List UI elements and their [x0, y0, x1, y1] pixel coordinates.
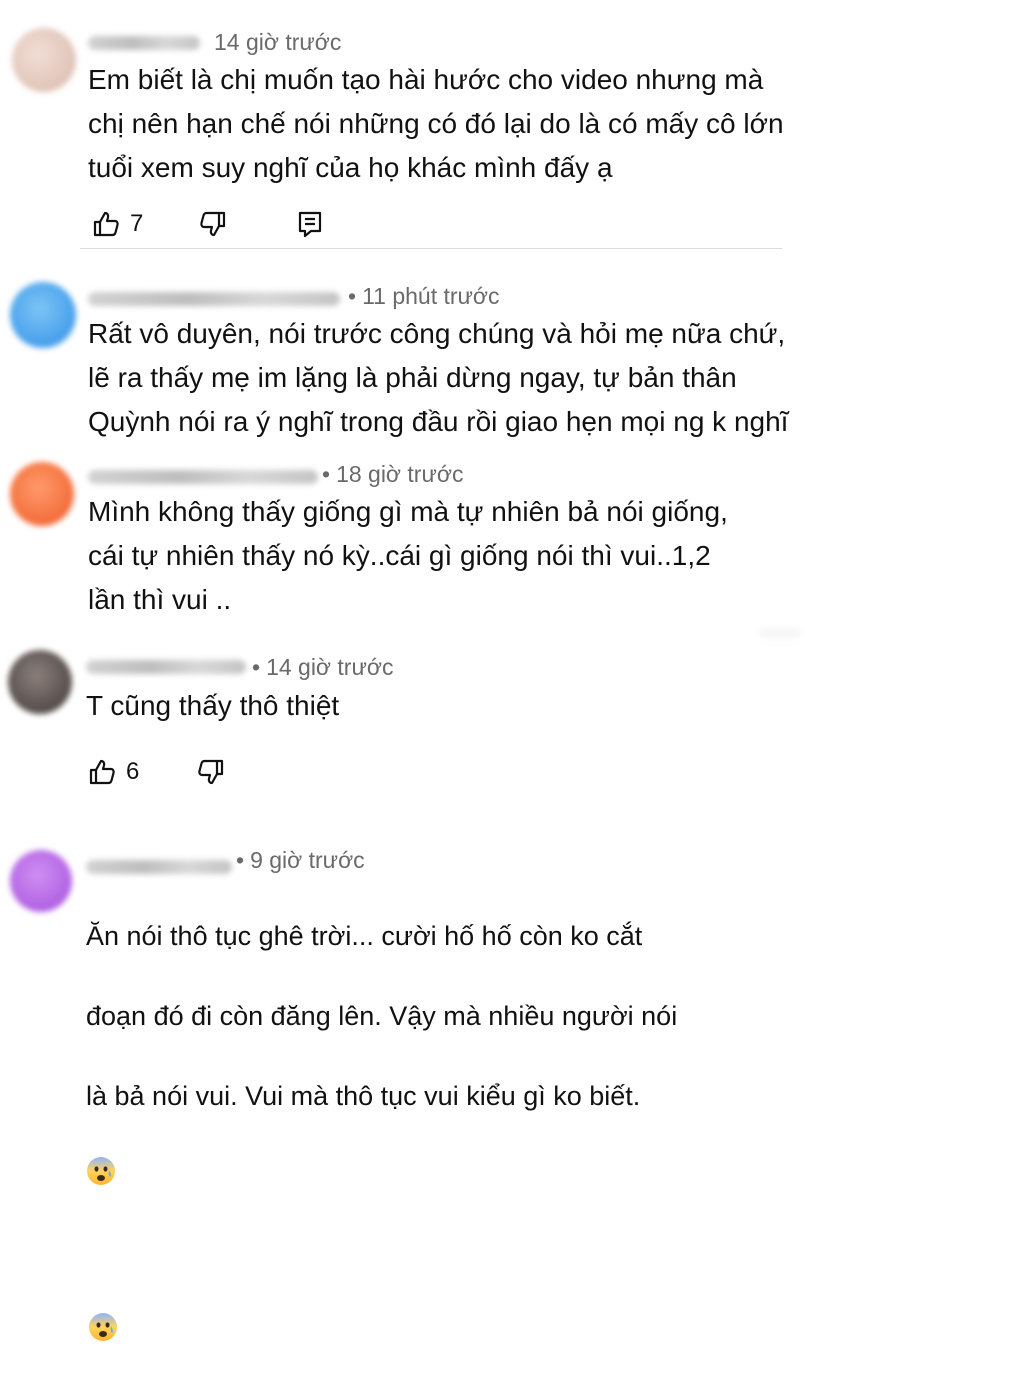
comment-text: Mình không thấy giống gì mà tự nhiên bả …: [88, 496, 728, 615]
comment-actions: 6: [88, 758, 225, 786]
comment-actions: 7: [92, 210, 323, 238]
comment-text: Ăn nói thô tục ghê trời... cười hố hố cò…: [86, 876, 1006, 1388]
comment-timestamp[interactable]: • 9 giờ trước: [236, 847, 365, 874]
like-count: 7: [130, 210, 144, 237]
divider: [760, 630, 800, 636]
comment-3: • 18 giờ trước Mình không thấy giống gì m…: [0, 450, 1018, 640]
dislike-button[interactable]: [197, 758, 225, 786]
divider: [80, 248, 782, 249]
like-button[interactable]: 7: [92, 210, 143, 238]
comment-text: Rất vô duyên, nói trước công chúng và hỏ…: [88, 318, 789, 437]
comment-timestamp[interactable]: • 11 phút trước: [348, 283, 500, 310]
author-name[interactable]: [86, 660, 246, 674]
author-name[interactable]: [86, 860, 232, 874]
like-count: 6: [126, 758, 140, 785]
anxious-face-emoji: [88, 1272, 118, 1341]
avatar[interactable]: [8, 650, 72, 714]
avatar[interactable]: [10, 282, 76, 348]
comment-timestamp[interactable]: • 18 giờ trước: [322, 461, 463, 488]
thumb-up-icon: [92, 210, 120, 238]
comment-timestamp[interactable]: 14 giờ trước: [214, 29, 341, 56]
thumb-down-icon: [197, 758, 225, 786]
reply-icon: [297, 210, 323, 238]
anxious-face-emoji: [86, 1116, 116, 1185]
comment-1: 14 giờ trước Em biết là chị muốn tạo hài…: [0, 0, 1018, 260]
author-name[interactable]: [88, 292, 340, 306]
thumb-down-icon: [199, 210, 227, 238]
author-name[interactable]: [88, 36, 200, 50]
author-name[interactable]: [88, 470, 318, 484]
avatar[interactable]: [10, 462, 74, 526]
comment-text: T cũng thấy thô thiệt: [86, 690, 340, 721]
comment-timestamp[interactable]: • 14 giờ trước: [252, 654, 393, 681]
comment-4: • 14 giờ trước T cũng thấy thô thiệt 6: [0, 640, 1018, 830]
avatar[interactable]: [10, 850, 72, 912]
comment-2: • 11 phút trước Rất vô duyên, nói trước c…: [0, 262, 1018, 452]
avatar[interactable]: [12, 28, 76, 92]
like-button[interactable]: 6: [88, 758, 139, 786]
comment-5: • 9 giờ trước Ăn nói thô tục ghê trời... …: [0, 836, 1018, 1341]
comment-text: Em biết là chị muốn tạo hài hước cho vid…: [88, 64, 784, 183]
thumb-up-icon: [88, 758, 116, 786]
dislike-button[interactable]: [199, 210, 227, 238]
reply-button[interactable]: [297, 210, 323, 238]
